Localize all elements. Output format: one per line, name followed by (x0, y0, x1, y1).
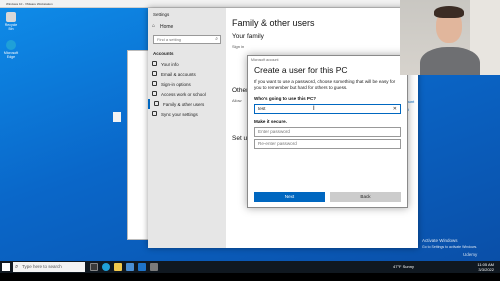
taskbar-clock[interactable]: 11:05 AM 3/3/2022 (477, 262, 494, 272)
search-placeholder: Type here to search (22, 264, 62, 269)
people-icon (154, 101, 159, 106)
text-cursor-icon: I (313, 106, 315, 112)
settings-sidebar: Settings Home Find a setting ⌕ Accounts … (148, 8, 226, 248)
password-placeholder: Enter password (258, 129, 290, 134)
background-window[interactable] (127, 50, 149, 240)
nav-email-accounts[interactable]: Email & accounts (148, 69, 226, 79)
taskbar: Type here to search 47°F Sunny 11:05 AM … (0, 261, 500, 273)
clear-icon[interactable]: ✕ (393, 105, 397, 113)
who-label: Who's going to use this PC? (254, 96, 317, 101)
secure-label: Make it secure. (254, 119, 287, 124)
nav-label: Family & other users (163, 102, 205, 107)
recording-bottom-bar (0, 273, 500, 281)
recycle-bin-icon (6, 12, 16, 22)
page-title: Family & other users (232, 18, 315, 28)
nav-label: Access work or school (161, 92, 206, 97)
edge-taskbar-icon[interactable] (102, 263, 110, 271)
create-user-dialog: Microsoft account Create a user for this… (247, 55, 408, 208)
file-explorer-icon[interactable] (114, 263, 122, 271)
accounts-heading: Accounts (153, 51, 174, 56)
udemy-logo: Udemy (463, 252, 478, 257)
back-button[interactable]: Back (330, 192, 401, 202)
vm-title-text: Windows 10 - VMware Workstation (6, 2, 53, 6)
search-icon: ⌕ (215, 36, 218, 42)
mail-taskbar-icon[interactable] (138, 263, 146, 271)
dialog-title: Create a user for this PC (254, 65, 348, 75)
task-view-icon[interactable] (90, 263, 98, 271)
find-setting-input[interactable]: Find a setting ⌕ (153, 35, 221, 44)
nav-family-other-users[interactable]: Family & other users (148, 99, 226, 109)
nav-sync-settings[interactable]: Sync your settings (148, 109, 226, 119)
edge-label: Microsoft Edge (3, 51, 19, 59)
activate-windows-watermark: Activate Windows Go to Settings to activ… (422, 238, 477, 250)
dialog-caption: Microsoft account (251, 58, 279, 62)
taskbar-search[interactable]: Type here to search (13, 262, 85, 272)
dialog-intro: If you want to use a password, choose so… (254, 79, 396, 90)
reenter-placeholder: Re-enter password (258, 141, 297, 146)
next-button[interactable]: Next (254, 192, 325, 202)
nav-label: Email & accounts (161, 72, 196, 77)
file-icon[interactable] (113, 112, 121, 122)
nav-label: Sign-in options (161, 82, 191, 87)
clock-date: 3/3/2022 (478, 267, 494, 272)
presenter-hair (434, 6, 464, 18)
find-setting-placeholder: Find a setting (157, 37, 182, 42)
briefcase-icon (152, 91, 157, 96)
settings-taskbar-icon[interactable] (150, 263, 158, 271)
username-input[interactable]: test I ✕ (254, 104, 401, 114)
key-icon (152, 81, 157, 86)
nav-label: Your info (161, 62, 179, 67)
person-icon (152, 61, 157, 66)
recycle-bin-shortcut[interactable]: Recycle Bin (3, 12, 19, 31)
settings-title: Settings (153, 12, 170, 17)
nav-label: Sync your settings (161, 112, 198, 117)
home-nav[interactable]: Home (148, 21, 226, 33)
password-input[interactable]: Enter password (254, 127, 401, 137)
nav-sign-in-options[interactable]: Sign-in options (148, 79, 226, 89)
your-family-heading: Your family (232, 33, 264, 40)
store-icon[interactable] (126, 263, 134, 271)
username-value: test (258, 106, 266, 111)
edge-shortcut[interactable]: Microsoft Edge (3, 40, 19, 59)
nav-your-info[interactable]: Your info (148, 59, 226, 69)
mail-icon (152, 71, 157, 76)
edge-icon (6, 40, 16, 50)
dialog-buttons: Next Back (254, 192, 401, 202)
recycle-bin-label: Recycle Bin (4, 23, 18, 31)
sign-in-text: Sign in (232, 44, 245, 49)
watermark-subtitle: Go to Settings to activate Windows. (422, 245, 478, 249)
sync-icon (152, 111, 157, 116)
nav-access-work[interactable]: Access work or school (148, 89, 226, 99)
weather-widget[interactable]: 47°F Sunny (393, 264, 414, 269)
reenter-password-input[interactable]: Re-enter password (254, 139, 401, 149)
presenter-shirt (420, 47, 480, 75)
start-button[interactable] (2, 263, 10, 271)
webcam-overlay (400, 0, 500, 75)
